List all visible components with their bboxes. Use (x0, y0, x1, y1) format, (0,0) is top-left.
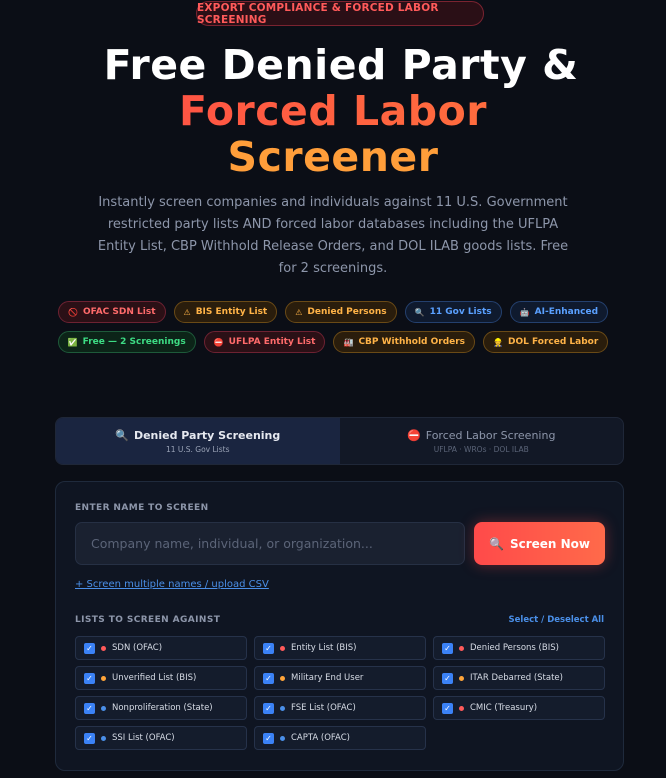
list-dot-icon (459, 675, 464, 681)
checkbox-checked-icon[interactable]: ✓ (263, 642, 274, 654)
checkbox-checked-icon[interactable]: ✓ (263, 672, 274, 684)
checkbox-checked-icon[interactable]: ✓ (263, 702, 274, 714)
list-item-label: SSI List (OFAC) (112, 733, 175, 743)
hero-title-line-1: Free Denied Party & (103, 41, 579, 89)
warning-icon: ⚠ (295, 307, 303, 317)
list-item-label: Nonproliferation (State) (112, 703, 213, 713)
select-deselect-all-link[interactable]: Select / Deselect All (509, 615, 604, 625)
no-entry-icon: 🚫 (67, 307, 78, 317)
tag-label: OFAC SDN List (82, 307, 156, 317)
tag-free-screenings: ✅ Free — 2 Screenings (57, 331, 196, 353)
checkbox-checked-icon[interactable]: ✓ (263, 732, 274, 744)
list-checkbox-item[interactable]: ✓ Nonproliferation (State) (75, 696, 247, 720)
tag-dol-forced-labor: 👷 DOL Forced Labor (483, 331, 609, 353)
screen-now-button[interactable]: 🔍 Screen Now (474, 522, 605, 565)
hero-title-line-3: Screener (227, 133, 439, 181)
list-checkbox-item[interactable]: ✓ Denied Persons (BIS) (433, 636, 605, 660)
lists-label: LISTS TO SCREEN AGAINST (75, 615, 221, 625)
list-dot-icon (280, 705, 285, 711)
tag-ai-enhanced: 🤖 AI-Enhanced (509, 301, 609, 323)
list-dot-icon (101, 735, 106, 741)
list-item-label: Military End User (291, 673, 364, 683)
list-dot-icon (101, 675, 106, 681)
tag-gov-lists: 🔍 11 Gov Lists (404, 301, 502, 323)
screening-tabs: 🔍 Denied Party Screening 11 U.S. Gov List… (55, 417, 624, 465)
list-dot-icon (280, 735, 285, 741)
tab-forced-labor-screening[interactable]: ⛔ Forced Labor Screening UFLPA · WROs · D… (340, 418, 624, 464)
list-checkbox-item[interactable]: ✓ SDN (OFAC) (75, 636, 247, 660)
list-checkbox-item[interactable]: ✓ Military End User (254, 666, 426, 690)
tab-title: ⛔ Forced Labor Screening (407, 429, 555, 442)
tag-bis-entity: ⚠ BIS Entity List (173, 301, 278, 323)
search-icon: 🔍 (489, 536, 504, 551)
list-dot-icon (280, 645, 285, 651)
list-dot-icon (459, 645, 464, 651)
tab-title-text: Forced Labor Screening (425, 428, 556, 442)
enter-name-label: ENTER NAME TO SCREEN (75, 503, 209, 513)
lists-grid: ✓ SDN (OFAC) ✓ Entity List (BIS) ✓ Denied Per… (75, 636, 605, 750)
checkbox-checked-icon[interactable]: ✓ (84, 642, 95, 654)
tag-label: BIS Entity List (195, 307, 268, 317)
list-dot-icon (280, 675, 285, 681)
list-item-label: ITAR Debarred (State) (470, 673, 563, 683)
tag-label: UFLPA Entity List (228, 337, 316, 347)
list-checkbox-item[interactable]: ✓ Unverified List (BIS) (75, 666, 247, 690)
checkbox-checked-icon[interactable]: ✓ (84, 732, 95, 744)
hero-title-line-2: Forced Labor (0, 88, 666, 134)
feature-tags-row-2: ✅ Free — 2 Screenings ⛔ UFLPA Entity List … (0, 331, 666, 353)
checkbox-checked-icon[interactable]: ✓ (84, 672, 95, 684)
tag-label: 11 Gov Lists (429, 307, 492, 317)
tab-title: 🔍 Denied Party Screening (115, 429, 280, 442)
top-badge: EXPORT COMPLIANCE & FORCED LABOR SCREENI… (196, 1, 484, 26)
tag-ofac-sdn: 🚫 OFAC SDN List (57, 301, 166, 323)
checkbox-checked-icon[interactable]: ✓ (84, 702, 95, 714)
list-checkbox-item[interactable]: ✓ ITAR Debarred (State) (433, 666, 605, 690)
list-checkbox-item[interactable]: ✓ Entity List (BIS) (254, 636, 426, 660)
list-dot-icon (101, 645, 106, 651)
tab-subtitle: 11 U.S. Gov Lists (165, 444, 230, 454)
list-dot-icon (101, 705, 106, 711)
factory-icon: 🏭 (343, 337, 354, 347)
no-entry-icon: ⛔ (407, 428, 421, 442)
tag-label: CBP Withhold Orders (358, 337, 466, 347)
list-item-label: Entity List (BIS) (291, 643, 357, 653)
tag-denied-persons: ⚠ Denied Persons (285, 301, 397, 323)
checkbox-checked-icon[interactable]: ✓ (442, 672, 453, 684)
hero-subtitle: Instantly screen companies and individua… (97, 195, 569, 276)
tag-label: Denied Persons (307, 307, 387, 317)
screening-panel: ENTER NAME TO SCREEN 🔍 Screen Now + Scree… (55, 481, 624, 771)
tag-cbp-withhold: 🏭 CBP Withhold Orders (333, 331, 476, 353)
list-item-label: CAPTA (OFAC) (291, 733, 350, 743)
tab-title-text: Denied Party Screening (133, 428, 281, 442)
tag-label: AI-Enhanced (534, 307, 599, 317)
tab-denied-party-screening[interactable]: 🔍 Denied Party Screening 11 U.S. Gov List… (56, 418, 340, 464)
tag-label: Free — 2 Screenings (82, 337, 186, 347)
robot-icon: 🤖 (519, 307, 530, 317)
person-icon: 👷 (493, 337, 504, 347)
checkbox-checked-icon[interactable]: ✓ (442, 642, 453, 654)
screen-now-label: Screen Now (509, 536, 590, 551)
checkbox-checked-icon[interactable]: ✓ (442, 702, 453, 714)
list-item-label: SDN (OFAC) (112, 643, 163, 653)
tab-subtitle: UFLPA · WROs · DOL ILAB (433, 444, 529, 454)
list-dot-icon (459, 705, 464, 711)
list-item-label: Unverified List (BIS) (112, 673, 197, 683)
list-checkbox-item[interactable]: ✓ CAPTA (OFAC) (254, 726, 426, 750)
list-checkbox-item[interactable]: ✓ CMIC (Treasury) (433, 696, 605, 720)
warning-icon: ⚠ (183, 307, 191, 317)
list-item-label: CMIC (Treasury) (470, 703, 538, 713)
list-checkbox-item[interactable]: ✓ FSE List (OFAC) (254, 696, 426, 720)
list-item-label: FSE List (OFAC) (291, 703, 356, 713)
name-search-input[interactable] (75, 522, 465, 565)
tag-label: DOL Forced Labor (508, 337, 599, 347)
search-icon: 🔍 (115, 428, 129, 442)
feature-tags-row-1: 🚫 OFAC SDN List ⚠ BIS Entity List ⚠ Denied … (0, 301, 666, 323)
search-icon: 🔍 (414, 307, 425, 317)
upload-csv-link[interactable]: + Screen multiple names / upload CSV (75, 579, 269, 590)
check-icon: ✅ (67, 337, 78, 347)
list-item-label: Denied Persons (BIS) (470, 643, 559, 653)
tag-uflpa: ⛔ UFLPA Entity List (203, 331, 326, 353)
no-entry-icon: ⛔ (213, 337, 224, 347)
list-checkbox-item[interactable]: ✓ SSI List (OFAC) (75, 726, 247, 750)
